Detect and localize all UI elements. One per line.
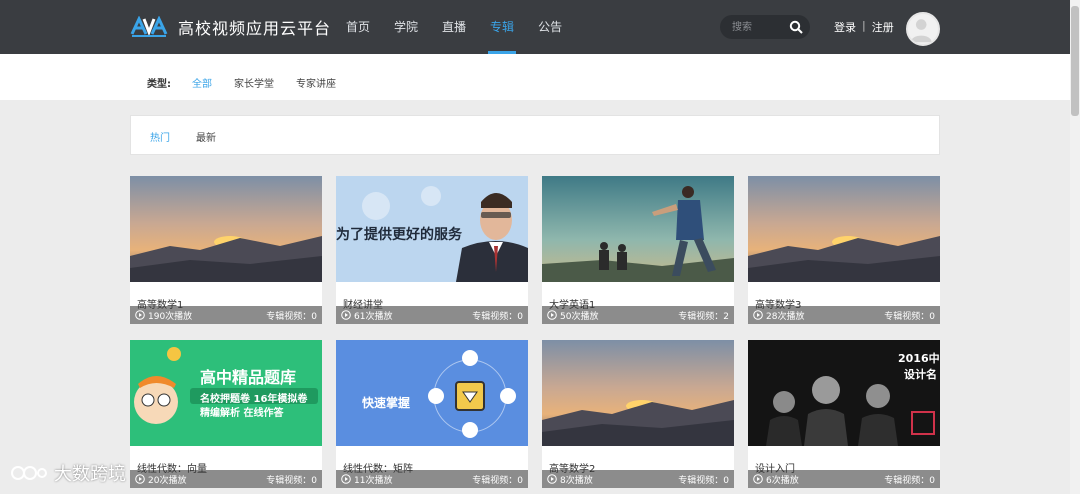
diagram-image xyxy=(336,340,528,446)
album-thumbnail: 快速掌握 xyxy=(336,340,528,446)
main-nav: 首页 学院 直播 专辑 公告 xyxy=(334,0,574,54)
search-icon[interactable] xyxy=(789,20,803,34)
album-card[interactable]: 2016中国 设计名 6次播放 专辑视频：0 设计入门 xyxy=(748,340,940,488)
thumbnail-subline: 精编解析 在线作答 xyxy=(200,408,284,419)
sunset-image xyxy=(748,176,940,282)
search-box xyxy=(720,15,810,39)
album-card[interactable]: 为了提供更好的服务 61次播放 专辑视频：0 财经讲堂 xyxy=(336,176,528,324)
album-card[interactable]: 高中精品题库 名校押题卷 16年模拟卷 精编解析 在线作答 20次播放 专辑视频… xyxy=(130,340,322,488)
tab-hot[interactable]: 热门 xyxy=(150,129,170,144)
watermark-text: 大数跨境 xyxy=(54,464,126,485)
nav-college[interactable]: 学院 xyxy=(382,0,430,54)
sunset-image xyxy=(542,340,734,446)
album-card[interactable]: 50次播放 专辑视频：2 大学英语1 xyxy=(542,176,734,324)
album-title: 高等数学2 xyxy=(549,464,596,475)
thumbnail-headline: 2016中国 xyxy=(898,352,940,365)
album-card[interactable]: 8次播放 专辑视频：0 高等数学2 xyxy=(542,340,734,488)
logo-mark-icon xyxy=(130,16,168,37)
album-video-count: 专辑视频：0 xyxy=(884,476,935,486)
album-title: 财经讲堂 xyxy=(343,300,383,311)
category-label: 类型: xyxy=(147,79,171,90)
album-video-count: 专辑视频：0 xyxy=(266,312,317,322)
thumbnail-caption: 快速掌握 xyxy=(362,396,411,410)
album-title: 高等数学3 xyxy=(755,300,802,311)
register-link[interactable]: 注册 xyxy=(872,19,894,35)
album-title: 线性代数：矩阵 xyxy=(343,464,413,475)
nav-home[interactable]: 首页 xyxy=(334,0,382,54)
album-video-count: 专辑视频：0 xyxy=(678,476,729,486)
play-icon xyxy=(135,474,145,484)
album-thumbnail xyxy=(748,176,940,282)
sort-tabs: 热门 最新 xyxy=(130,115,940,155)
thumbnail-subline: 设计名 xyxy=(904,368,937,381)
play-icon xyxy=(341,474,351,484)
thumbnail-headline: 高中精品题库 xyxy=(200,368,297,387)
scrollbar-thumb[interactable] xyxy=(1071,6,1079,116)
album-title: 线性代数：向量 xyxy=(137,464,207,475)
album-title: 高等数学1 xyxy=(137,300,184,311)
sunset-image xyxy=(130,176,322,282)
category-experts[interactable]: 专家讲座 xyxy=(296,75,336,90)
nav-notice[interactable]: 公告 xyxy=(526,0,574,54)
auth-links: 登录 | 注册 xyxy=(834,19,894,35)
play-icon xyxy=(341,310,351,320)
album-card[interactable]: 快速掌握 11次播放 专辑视频：0 线性代数：矩阵 xyxy=(336,340,528,488)
watermark-logo-icon xyxy=(11,466,47,480)
top-header: 高校视频应用云平台 首页 学院 直播 专辑 公告 登录 | 注册 xyxy=(0,0,1070,54)
category-filter-bar: 类型: 全部 家长学堂 专家讲座 xyxy=(0,54,1070,100)
album-video-count: 专辑视频：0 xyxy=(266,476,317,486)
album-video-count: 专辑视频：0 xyxy=(472,312,523,322)
album-thumbnail: 高中精品题库 名校押题卷 16年模拟卷 精编解析 在线作答 xyxy=(130,340,322,446)
album-thumbnail xyxy=(542,340,734,446)
thumbnail-caption: 为了提供更好的服务 xyxy=(336,227,462,243)
nav-live[interactable]: 直播 xyxy=(430,0,478,54)
album-thumbnail xyxy=(542,176,734,282)
students-image xyxy=(542,176,734,282)
album-video-count: 专辑视频：2 xyxy=(678,312,729,322)
site-logo[interactable]: 高校视频应用云平台 xyxy=(130,15,331,39)
vertical-scrollbar[interactable] xyxy=(1070,0,1080,494)
album-video-count: 专辑视频：0 xyxy=(884,312,935,322)
nav-album[interactable]: 专辑 xyxy=(478,0,526,54)
album-thumbnail: 为了提供更好的服务 xyxy=(336,176,528,282)
album-title: 设计入门 xyxy=(755,464,795,475)
play-icon xyxy=(547,310,557,320)
category-parents[interactable]: 家长学堂 xyxy=(234,75,274,90)
auth-separator: | xyxy=(862,19,866,32)
site-title: 高校视频应用云平台 xyxy=(178,19,332,38)
play-icon xyxy=(547,474,557,484)
search-input[interactable] xyxy=(732,18,788,36)
album-thumbnail xyxy=(130,176,322,282)
play-icon xyxy=(135,310,145,320)
album-card[interactable]: 190次播放 专辑视频：0 高等数学1 xyxy=(130,176,322,324)
album-title: 大学英语1 xyxy=(549,300,596,311)
album-card[interactable]: 28次播放 专辑视频：0 高等数学3 xyxy=(748,176,940,324)
play-icon xyxy=(753,474,763,484)
watermark: 大数跨境 xyxy=(10,460,126,486)
category-all[interactable]: 全部 xyxy=(192,75,212,90)
thumbnail-subline: 名校押题卷 16年模拟卷 xyxy=(200,394,308,405)
tab-latest[interactable]: 最新 xyxy=(196,129,216,144)
user-avatar-icon xyxy=(910,19,932,43)
album-video-count: 专辑视频：0 xyxy=(472,476,523,486)
play-icon xyxy=(753,310,763,320)
login-link[interactable]: 登录 xyxy=(834,19,856,35)
album-thumbnail: 2016中国 设计名 xyxy=(748,340,940,446)
avatar[interactable] xyxy=(906,12,940,46)
